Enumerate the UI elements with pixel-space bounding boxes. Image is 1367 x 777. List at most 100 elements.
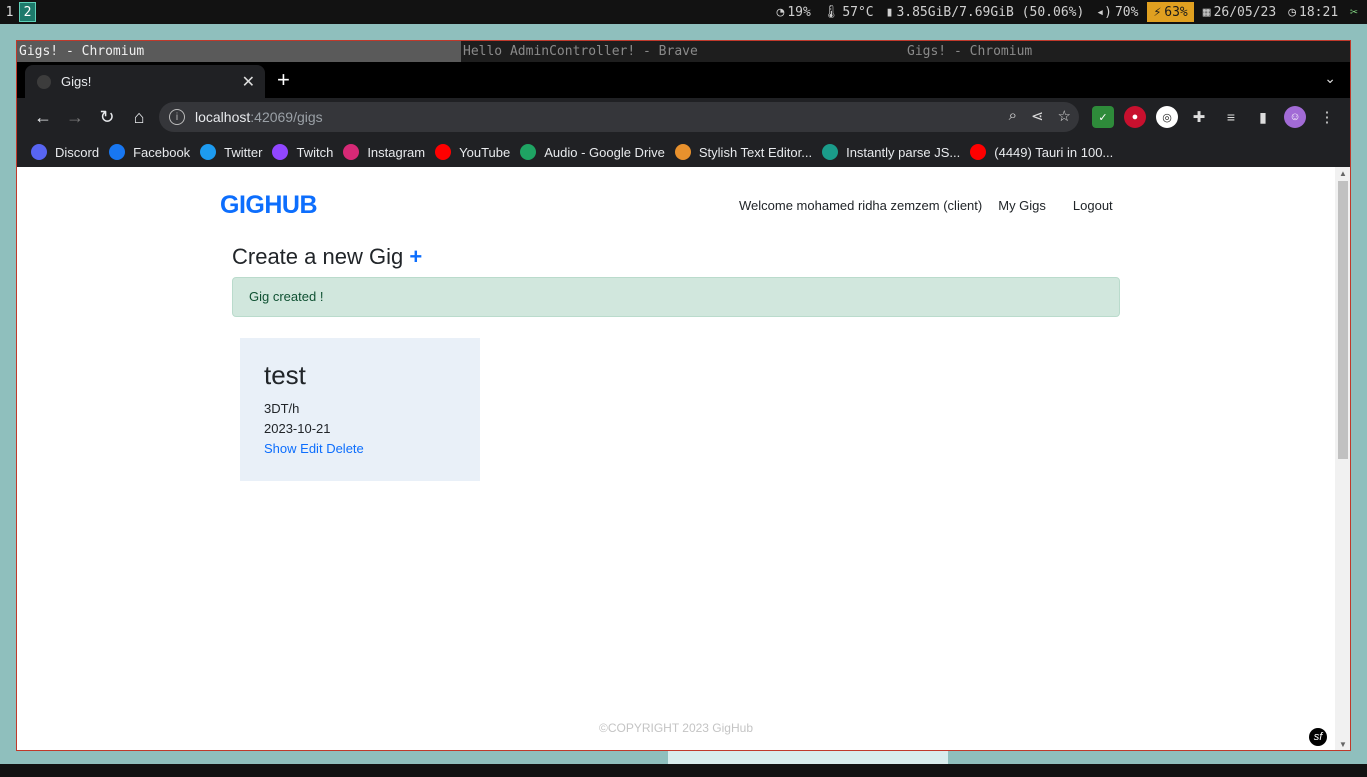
scrollbar-thumb[interactable] <box>1338 181 1348 459</box>
bookmark-item[interactable]: YouTube <box>435 144 518 160</box>
calendar-icon: ▦ <box>1202 4 1211 20</box>
volume-status[interactable]: ◂) 70% <box>1093 5 1141 20</box>
gig-actions: Show Edit Delete <box>264 439 480 459</box>
bookmark-item[interactable]: Discord <box>31 144 107 160</box>
speaker-icon: ◂) <box>1096 4 1112 20</box>
home-button[interactable]: ⌂ <box>123 101 155 133</box>
tab-strip: Gigs! ✕ + ⌄ <box>17 62 1350 98</box>
my-gigs-link[interactable]: My Gigs <box>998 198 1046 213</box>
edit-gig-link[interactable]: Edit <box>300 441 322 456</box>
extension-circle-icon[interactable]: ◎ <box>1156 106 1178 128</box>
page-footer: ©COPYRIGHT 2023 GigHub <box>598 721 753 735</box>
window-title-3[interactable]: Gigs! - Chromium <box>905 41 1349 62</box>
site-info-icon[interactable]: i <box>169 109 185 125</box>
bookmark-item[interactable]: Instantly parse JS... <box>822 144 968 160</box>
twitter-icon <box>200 144 217 160</box>
close-tab-icon[interactable]: ✕ <box>242 72 255 92</box>
bookmark-star-icon[interactable]: ☆ <box>1058 107 1071 125</box>
memory-icon: ▮ <box>885 4 894 20</box>
new-tab-button[interactable]: + <box>277 67 290 93</box>
bookmark-label: Twitter <box>224 144 263 160</box>
zoom-icon[interactable]: ⌕ <box>1009 107 1017 125</box>
bookmark-item[interactable]: Instagram <box>343 144 433 160</box>
tab-gigs[interactable]: Gigs! ✕ <box>25 65 265 98</box>
page-title-text: Create a new Gig <box>232 244 404 269</box>
show-gig-link[interactable]: Show <box>264 441 297 456</box>
battery-status: ⚡ 63% <box>1147 2 1194 22</box>
side-panel-icon[interactable]: ▮ <box>1252 106 1274 128</box>
profile-avatar-icon[interactable]: ☺ <box>1284 106 1306 128</box>
window-title-2[interactable]: Hello AdminController! - Brave <box>461 41 905 62</box>
forward-button[interactable]: → <box>59 101 91 133</box>
discord-icon <box>31 144 47 160</box>
wallpaper <box>668 750 948 764</box>
scroll-up-arrow-icon[interactable]: ▲ <box>1339 169 1347 178</box>
bookmark-label: Discord <box>55 144 100 160</box>
bookmark-label: (4449) Tauri in 100... <box>994 144 1114 160</box>
address-bar[interactable]: i localhost:42069/gigs ⌕ ⋖ ☆ <box>159 102 1079 132</box>
thermometer-icon: 🌡 <box>822 4 840 20</box>
site-logo[interactable]: GIGHUB <box>220 191 318 220</box>
gig-price: 3DT/h <box>264 401 300 416</box>
delete-gig-link[interactable]: Delete <box>326 441 364 456</box>
create-gig-plus-button[interactable]: + <box>409 244 422 269</box>
success-alert: Gig created ! <box>232 277 1120 317</box>
workspace-1[interactable]: 1 <box>1 2 18 22</box>
bookmark-label: Instagram <box>367 144 426 160</box>
share-icon[interactable]: ⋖ <box>1031 107 1044 125</box>
symfony-toolbar-icon[interactable]: sf <box>1309 728 1327 746</box>
window-title-1[interactable]: Gigs! - Chromium <box>17 41 461 62</box>
memory-status: ▮ 3.85GiB/7.69GiB (50.06%) <box>883 5 1088 20</box>
logout-link[interactable]: Logout <box>1073 198 1113 213</box>
gig-title: test <box>264 360 306 390</box>
back-button[interactable]: ← <box>27 101 59 133</box>
temp-status: 🌡 57°C <box>820 5 877 20</box>
extensions-area: ✓ ● ◎ ✚ ≡ ▮ ☺ ⋮ <box>1092 102 1338 132</box>
bookmark-item[interactable]: Facebook <box>109 144 198 160</box>
workspace-2[interactable]: 2 <box>19 2 36 22</box>
tab-favicon-icon <box>37 74 51 89</box>
system-status-bar: 1 2 ◔ 19% 🌡 57°C ▮ 3.85GiB/7.69GiB (50.06%)… <box>0 0 1367 24</box>
tray-app-icon[interactable]: ✂ <box>1347 5 1361 20</box>
cpu-status: ◔ 19% <box>773 5 813 20</box>
battery-charging-icon: ⚡ <box>1153 4 1162 20</box>
gig-card: test 3DT/h 2023-10-21 Show Edit Delete <box>240 338 480 481</box>
bookmarks-bar: Discord Facebook Twitter Twitch Instagram You… <box>17 136 1350 168</box>
bookmark-item[interactable]: Twitch <box>272 144 341 160</box>
page-scrollbar[interactable]: ▲ ▼ <box>1335 167 1350 750</box>
browser-menu-icon[interactable]: ⋮ <box>1316 106 1338 128</box>
time-value: 18:21 <box>1299 4 1339 20</box>
page-title: Create a new Gig + <box>232 244 422 270</box>
bookmark-label: Twitch <box>296 144 334 160</box>
bookmark-label: Audio - Google Drive <box>544 144 665 160</box>
url-host: localhost <box>195 109 251 125</box>
bookmark-item[interactable]: Audio - Google Drive <box>520 144 673 160</box>
welcome-text: Welcome mohamed ridha zemzem (client) <box>739 198 983 213</box>
gig-date: 2023-10-21 <box>264 421 331 436</box>
bookmark-item[interactable]: Stylish Text Editor... <box>674 144 820 160</box>
bookmark-item[interactable]: (4449) Tauri in 100... <box>970 144 1121 160</box>
bookmark-label: YouTube <box>459 144 511 160</box>
memory-value: 3.85GiB/7.69GiB (50.06%) <box>896 4 1085 20</box>
facebook-icon <box>109 144 126 160</box>
bookmark-label: Instantly parse JS... <box>846 144 961 160</box>
reload-button[interactable]: ↻ <box>91 101 123 133</box>
page-content: GIGHUB Welcome mohamed ridha zemzem (cli… <box>17 167 1335 750</box>
bookmark-item[interactable]: Twitter <box>200 144 270 160</box>
youtube-icon <box>435 144 452 160</box>
browser-window: Gigs! - Chromium Hello AdminController! … <box>16 40 1351 751</box>
ublock-shield-icon[interactable]: ✓ <box>1092 106 1114 128</box>
cpu-value: 19% <box>787 4 811 20</box>
media-controls-icon[interactable]: ≡ <box>1220 106 1242 128</box>
extensions-puzzle-icon[interactable]: ✚ <box>1188 106 1210 128</box>
quicktype-icon <box>822 144 839 160</box>
extension-red-icon[interactable]: ● <box>1124 106 1146 128</box>
window-titlebar: Gigs! - Chromium Hello AdminController! … <box>17 41 1350 62</box>
date-status: ▦ 26/05/23 <box>1200 5 1279 20</box>
date-value: 26/05/23 <box>1213 4 1277 20</box>
stylish-icon <box>674 144 691 160</box>
tab-search-chevron-icon[interactable]: ⌄ <box>1324 70 1336 87</box>
battery-value: 63% <box>1164 4 1188 20</box>
scroll-down-arrow-icon[interactable]: ▼ <box>1339 740 1347 749</box>
bookmark-label: Facebook <box>133 144 191 160</box>
